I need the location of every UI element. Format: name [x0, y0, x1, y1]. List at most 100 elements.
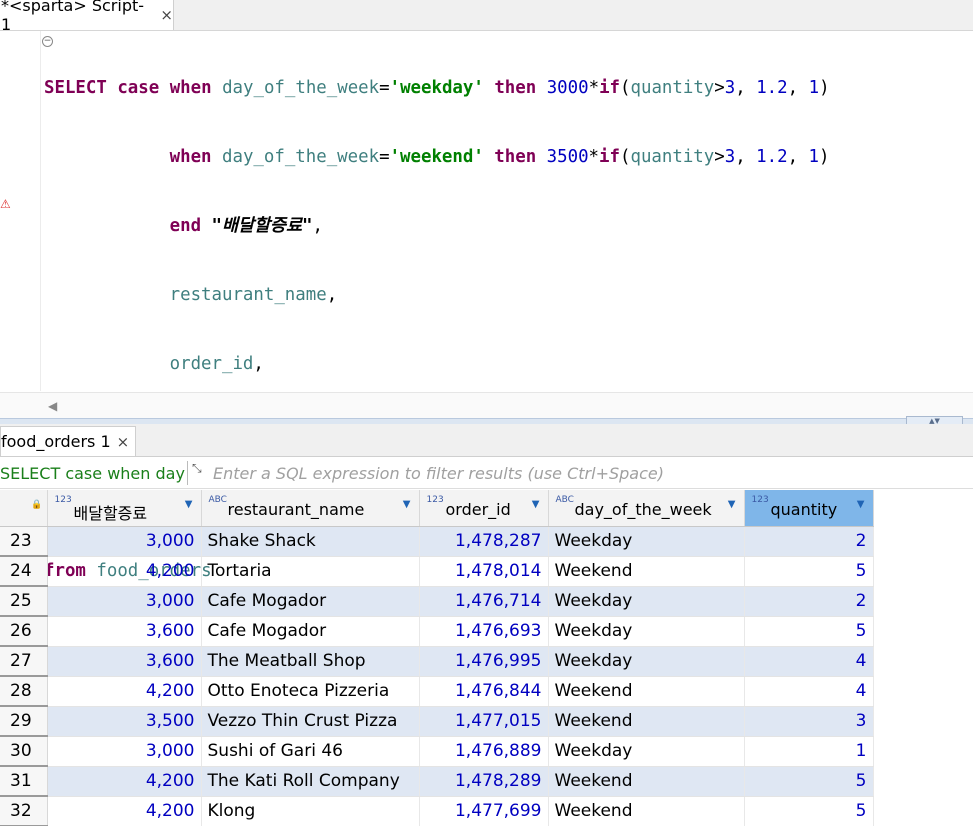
row-number[interactable]: 30 [0, 736, 48, 767]
table-cell[interactable]: 3,000 [47, 736, 202, 767]
row-filler[interactable] [873, 736, 973, 766]
table-cell[interactable]: 1,476,693 [419, 616, 549, 647]
column-header-order-id[interactable]: 123 order_id ▼ [419, 490, 549, 527]
row-number[interactable]: 27 [0, 646, 48, 677]
table-row[interactable]: 25 3,000 Cafe Mogador 1,476,714 Weekday 2 [0, 586, 973, 617]
table-cell[interactable]: Shake Shack [201, 526, 420, 557]
row-number-header[interactable]: 🔒 [0, 490, 48, 527]
close-icon[interactable]: × [160, 6, 173, 24]
row-number[interactable]: 29 [0, 706, 48, 737]
table-cell[interactable]: 4,200 [47, 796, 202, 826]
table-cell[interactable]: Weekend [548, 676, 745, 707]
row-filler[interactable] [873, 556, 973, 586]
table-row[interactable]: 24 4,200 Tortaria 1,478,014 Weekend 5 [0, 556, 973, 587]
expand-icon[interactable]: ⤡ [192, 461, 202, 476]
row-filler[interactable] [873, 676, 973, 706]
table-cell[interactable]: The Kati Roll Company [201, 766, 420, 797]
table-row[interactable]: 23 3,000 Shake Shack 1,478,287 Weekday 2 [0, 526, 973, 557]
row-filler[interactable] [873, 796, 973, 826]
table-cell[interactable]: 2 [744, 586, 874, 617]
filter-input[interactable]: Enter a SQL expression to filter results… [213, 464, 664, 483]
sort-dropdown-icon[interactable]: ▼ [532, 499, 540, 510]
table-cell[interactable]: 4,200 [47, 556, 202, 587]
table-cell[interactable]: Weekend [548, 766, 745, 797]
table-cell[interactable]: Weekend [548, 556, 745, 587]
row-number[interactable]: 31 [0, 766, 48, 797]
table-cell[interactable]: 1,478,289 [419, 766, 549, 797]
sort-dropdown-icon[interactable]: ▼ [728, 499, 736, 510]
column-header-restaurant-name[interactable]: ABC restaurant_name ▼ [201, 490, 420, 527]
column-header-fee[interactable]: 123 배달할증료 ▼ [47, 490, 202, 527]
sort-dropdown-icon[interactable]: ▼ [857, 499, 865, 510]
table-cell[interactable]: Weekday [548, 526, 745, 557]
sql-editor[interactable]: − ⚠ SELECT case when day_of_the_week='we… [0, 31, 973, 581]
table-cell[interactable]: 1,478,287 [419, 526, 549, 557]
column-header-quantity[interactable]: 123 quantity ▼ [744, 490, 874, 527]
table-cell[interactable]: 3,500 [47, 706, 202, 737]
table-cell[interactable]: Weekday [548, 646, 745, 677]
table-cell[interactable]: 4,200 [47, 676, 202, 707]
table-cell[interactable]: 1,478,014 [419, 556, 549, 587]
scroll-left-icon[interactable]: ◀ [48, 399, 57, 413]
table-cell[interactable]: Otto Enoteca Pizzeria [201, 676, 420, 707]
tab-script-1[interactable]: *<sparta> Script-1 × [0, 0, 174, 34]
table-cell[interactable]: 3,000 [47, 526, 202, 557]
table-cell[interactable]: 3 [744, 706, 874, 737]
table-cell[interactable]: 5 [744, 556, 874, 587]
table-cell[interactable]: 1,476,995 [419, 646, 549, 677]
table-cell[interactable]: 3,000 [47, 586, 202, 617]
row-filler[interactable] [873, 766, 973, 796]
table-cell[interactable]: Weekend [548, 706, 745, 737]
table-cell[interactable]: 5 [744, 766, 874, 797]
table-cell[interactable]: Sushi of Gari 46 [201, 736, 420, 767]
table-row[interactable]: 30 3,000 Sushi of Gari 46 1,476,889 Weekday 1 [0, 736, 973, 767]
table-row[interactable]: 32 4,200 Klong 1,477,699 Weekend 5 [0, 796, 973, 826]
table-cell[interactable]: Cafe Mogador [201, 616, 420, 647]
table-cell[interactable]: Weekday [548, 736, 745, 767]
table-cell[interactable]: Tortaria [201, 556, 420, 587]
row-filler[interactable] [873, 646, 973, 676]
table-cell[interactable]: 1,476,714 [419, 586, 549, 617]
table-row[interactable]: 27 3,600 The Meatball Shop 1,476,995 Weekday… [0, 646, 973, 677]
close-icon[interactable]: × [117, 433, 130, 451]
table-row[interactable]: 31 4,200 The Kati Roll Company 1,478,289 Wee… [0, 766, 973, 797]
table-cell[interactable]: Vezzo Thin Crust Pizza [201, 706, 420, 737]
table-row[interactable]: 29 3,500 Vezzo Thin Crust Pizza 1,477,015 We… [0, 706, 973, 737]
row-number[interactable]: 28 [0, 676, 48, 707]
row-filler[interactable] [873, 706, 973, 736]
table-cell[interactable]: 4,200 [47, 766, 202, 797]
table-cell[interactable]: 1 [744, 736, 874, 767]
table-cell[interactable]: 3,600 [47, 616, 202, 647]
table-row[interactable]: 26 3,600 Cafe Mogador 1,476,693 Weekday 5 [0, 616, 973, 647]
table-cell[interactable]: 5 [744, 796, 874, 826]
results-grid[interactable]: 🔒 123 배달할증료 ▼ ABC restaurant_name ▼ 123 order… [0, 490, 973, 826]
table-cell[interactable]: Weekday [548, 616, 745, 647]
column-header-day-of-the-week[interactable]: ABC day_of_the_week ▼ [548, 490, 745, 527]
table-cell[interactable]: 1,477,015 [419, 706, 549, 737]
query-preview[interactable]: SELECT case when day [0, 464, 186, 483]
table-cell[interactable]: Weekday [548, 586, 745, 617]
row-filler[interactable] [873, 526, 973, 556]
table-cell[interactable]: 5 [744, 616, 874, 647]
row-number[interactable]: 32 [0, 796, 48, 826]
row-number[interactable]: 26 [0, 616, 48, 647]
row-number[interactable]: 24 [0, 556, 48, 587]
table-cell[interactable]: Cafe Mogador [201, 586, 420, 617]
table-cell[interactable]: 4 [744, 646, 874, 677]
table-cell[interactable]: 1,476,889 [419, 736, 549, 767]
row-filler[interactable] [873, 616, 973, 646]
table-row[interactable]: 28 4,200 Otto Enoteca Pizzeria 1,476,844 Wee… [0, 676, 973, 707]
table-cell[interactable]: Klong [201, 796, 420, 826]
tab-food-orders-1[interactable]: food_orders 1 × [0, 426, 136, 456]
table-cell[interactable]: 2 [744, 526, 874, 557]
row-number[interactable]: 23 [0, 526, 48, 557]
sort-dropdown-icon[interactable]: ▼ [403, 499, 411, 510]
table-cell[interactable]: 1,477,699 [419, 796, 549, 826]
table-cell[interactable]: 1,476,844 [419, 676, 549, 707]
sort-dropdown-icon[interactable]: ▼ [185, 499, 193, 510]
table-cell[interactable]: 4 [744, 676, 874, 707]
table-cell[interactable]: The Meatball Shop [201, 646, 420, 677]
editor-horizontal-scrollbar[interactable]: ◀ [0, 392, 973, 419]
row-number[interactable]: 25 [0, 586, 48, 617]
table-cell[interactable]: 3,600 [47, 646, 202, 677]
